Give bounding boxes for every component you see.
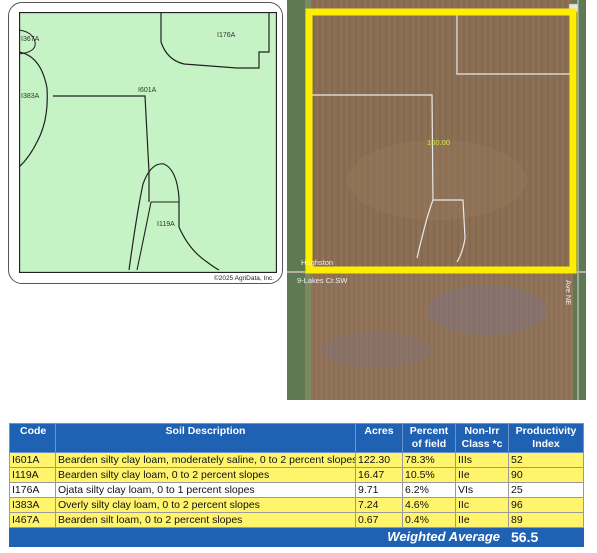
cell-pi: 52 xyxy=(508,452,584,468)
cell-percent: 6.2% xyxy=(402,482,456,498)
soil-map-panel: I367A I176A I383A I601A I119A ©2025 Agri… xyxy=(8,2,283,284)
road-label-hughston: Hughston xyxy=(301,258,334,267)
cell-pi: 90 xyxy=(508,467,584,483)
cell-code: I176A xyxy=(9,482,56,498)
cell-description: Bearden silt loam, 0 to 2 percent slopes xyxy=(55,512,356,528)
cell-class: IIe xyxy=(455,512,509,528)
aerial-photo: 160.00 Hughston 9-Lakes Cr.SW Ave NE xyxy=(287,0,586,400)
table-row: I601A Bearden silty clay loam, moderatel… xyxy=(9,452,584,468)
weighted-average-row: Weighted Average 56.5 xyxy=(9,527,584,547)
soil-label-i601a: I601A xyxy=(138,87,157,94)
soil-label-i176a: I176A xyxy=(217,32,236,39)
cell-acres: 7.24 xyxy=(355,497,403,513)
header-percent: Percent of field xyxy=(402,423,456,453)
cell-description: Bearden silty clay loam, moderately sali… xyxy=(55,452,356,468)
soil-map xyxy=(19,12,277,273)
cell-pi: 89 xyxy=(508,512,584,528)
cell-acres: 0.67 xyxy=(355,512,403,528)
header-percent-line2: of field xyxy=(411,438,447,450)
field-patch xyxy=(322,332,432,368)
cell-class: IIc xyxy=(455,497,509,513)
copyright-text: ©2025 AgriData, Inc. xyxy=(213,275,274,282)
cell-description: Ojata silty clay loam, 0 to 1 percent sl… xyxy=(55,482,356,498)
cell-class: VIs xyxy=(455,482,509,498)
cell-acres: 9.71 xyxy=(355,482,403,498)
cell-pi: 25 xyxy=(508,482,584,498)
cell-code: I383A xyxy=(9,497,56,513)
header-description: Soil Description xyxy=(55,423,356,453)
cell-acres: 16.47 xyxy=(355,467,403,483)
soil-label-i119a: I119A xyxy=(157,221,175,228)
cell-class: IIIs xyxy=(455,452,509,468)
header-pi-line1: Productivity xyxy=(515,425,577,437)
soil-label-i383a: I383A xyxy=(21,93,40,100)
aerial-photo-drawing xyxy=(287,0,586,400)
field-texture-lower xyxy=(287,270,586,400)
acreage-label: 160.00 xyxy=(427,138,450,147)
cell-code: I119A xyxy=(9,467,56,483)
header-percent-line1: Percent xyxy=(409,425,449,437)
cell-percent: 78.3% xyxy=(402,452,456,468)
soil-label-i367a: I367A xyxy=(21,36,40,43)
header-class-line2: Class *c xyxy=(461,438,503,450)
cell-description: Overly silty clay loam, 0 to 2 percent s… xyxy=(55,497,356,513)
table-row: I467A Bearden silt loam, 0 to 2 percent … xyxy=(9,512,584,528)
cell-description: Bearden silty clay loam, 0 to 2 percent … xyxy=(55,467,356,483)
header-code: Code xyxy=(9,423,56,453)
road-label-lower: 9-Lakes Cr.SW xyxy=(297,276,348,285)
weighted-average-label: Weighted Average xyxy=(9,527,509,547)
cell-pi: 96 xyxy=(508,497,584,513)
table-row: I383A Overly silty clay loam, 0 to 2 per… xyxy=(9,497,584,513)
cell-percent: 4.6% xyxy=(402,497,456,513)
header-class-line1: Non-Irr xyxy=(464,425,500,437)
header-class: Non-Irr Class *c xyxy=(455,423,509,453)
cell-class: IIe xyxy=(455,467,509,483)
green-strip-left xyxy=(287,0,305,400)
table-row: I119A Bearden silty clay loam, 0 to 2 pe… xyxy=(9,467,584,483)
field-patch xyxy=(347,140,527,220)
soil-table: Code Soil Description Acres Percent of fi… xyxy=(9,423,584,547)
cell-percent: 0.4% xyxy=(402,512,456,528)
cell-code: I601A xyxy=(9,452,56,468)
header-acres: Acres xyxy=(355,423,403,453)
cell-code: I467A xyxy=(9,512,56,528)
cell-percent: 10.5% xyxy=(402,467,456,483)
weighted-average-value: 56.5 xyxy=(508,527,584,547)
table-header-row: Code Soil Description Acres Percent of fi… xyxy=(9,423,584,453)
header-pi: Productivity Index xyxy=(508,423,584,453)
road-label-ave: Ave NE xyxy=(564,280,573,306)
header-pi-line2: Index xyxy=(532,438,560,450)
table-row: I176A Ojata silty clay loam, 0 to 1 perc… xyxy=(9,482,584,498)
field-patch xyxy=(427,285,547,335)
cell-acres: 122.30 xyxy=(355,452,403,468)
